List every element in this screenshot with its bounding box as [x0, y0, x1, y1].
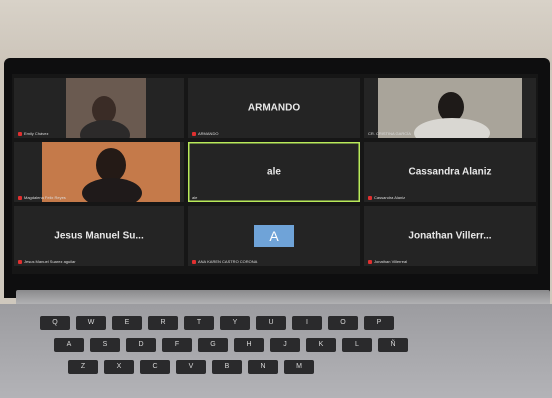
- key-h: H: [234, 338, 264, 352]
- video-magdalena: [42, 142, 180, 202]
- key-i: I: [292, 316, 322, 330]
- key-q: Q: [40, 316, 70, 330]
- participant-label: Jesus Manuel Suarez aguilar: [18, 259, 76, 264]
- participant-label: Jonathan Villerreal: [368, 259, 407, 264]
- participant-label: Magdalena Felix Reyes: [18, 195, 66, 200]
- key-r: R: [148, 316, 178, 330]
- participant-label: CR. CRISTINA GARCÍA: [368, 131, 411, 136]
- tile-a[interactable]: A ANA KAREN CASTRO CORONA: [188, 206, 360, 266]
- key-g: G: [198, 338, 228, 352]
- video-emily: [66, 78, 146, 138]
- key-t: T: [184, 316, 214, 330]
- tile-armando[interactable]: ARMANDO ARMANDO: [188, 78, 360, 138]
- tile-cristina[interactable]: CR. CRISTINA GARCÍA: [364, 78, 536, 138]
- key-o: O: [328, 316, 358, 330]
- participant-name: ARMANDO: [247, 102, 301, 114]
- laptop-keyboard: QWERTYUIOP ASDFGHJKLÑ ZXCVBNM: [0, 304, 552, 398]
- participant-name: Jonathan Villerr...: [408, 230, 492, 242]
- participant-label: ARMANDO: [192, 131, 218, 136]
- key-w: W: [76, 316, 106, 330]
- tile-emily[interactable]: Emily Chávez: [14, 78, 184, 138]
- key-s: S: [90, 338, 120, 352]
- key-b: B: [212, 360, 242, 374]
- tile-jesus[interactable]: Jesus Manuel Su... Jesus Manuel Suarez a…: [14, 206, 184, 266]
- key-ñ: Ñ: [378, 338, 408, 352]
- key-d: D: [126, 338, 156, 352]
- key-v: V: [176, 360, 206, 374]
- participant-name: Jesus Manuel Su...: [54, 230, 144, 242]
- key-u: U: [256, 316, 286, 330]
- key-e: E: [112, 316, 142, 330]
- key-y: Y: [220, 316, 250, 330]
- key-f: F: [162, 338, 192, 352]
- key-n: N: [248, 360, 278, 374]
- key-z: Z: [68, 360, 98, 374]
- key-c: C: [140, 360, 170, 374]
- video-call-screen: Emily Chávez ARMANDO ARMANDO CR. CRISTIN…: [12, 74, 538, 274]
- key-p: P: [364, 316, 394, 330]
- participant-name: ale: [267, 166, 281, 178]
- key-a: A: [54, 338, 84, 352]
- participant-label: ANA KAREN CASTRO CORONA: [192, 259, 257, 264]
- key-x: X: [104, 360, 134, 374]
- participant-label: Emily Chávez: [18, 131, 48, 136]
- key-k: K: [306, 338, 336, 352]
- tile-magdalena[interactable]: Magdalena Felix Reyes: [14, 142, 184, 202]
- key-m: M: [284, 360, 314, 374]
- tile-jonathan[interactable]: Jonathan Villerr... Jonathan Villerreal: [364, 206, 536, 266]
- tile-ale[interactable]: ale ale: [188, 142, 360, 202]
- participant-label: ale: [192, 195, 198, 200]
- tile-cassandra[interactable]: Cassandra Alaniz Cassandra Alaniz: [364, 142, 536, 202]
- participant-name: Cassandra Alaniz: [408, 166, 492, 178]
- participant-label: Cassandra Alaniz: [368, 195, 405, 200]
- key-j: J: [270, 338, 300, 352]
- key-l: L: [342, 338, 372, 352]
- video-cristina: [378, 78, 522, 138]
- avatar: A: [254, 225, 294, 247]
